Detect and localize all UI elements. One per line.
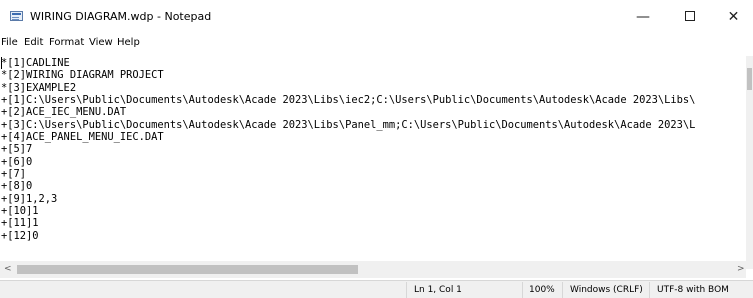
maximize-button[interactable]: [668, 0, 712, 34]
horizontal-scrollbar[interactable]: < >: [0, 261, 746, 278]
status-divider: [406, 282, 407, 298]
status-bar: Ln 1, Col 1 100% Windows (CRLF) UTF-8 wi…: [0, 280, 753, 298]
status-divider: [649, 282, 650, 298]
menu-help[interactable]: Help: [117, 37, 140, 48]
text-line: +[4]ACE_PANEL_MENU_IEC.DAT: [1, 131, 164, 143]
line-ending: Windows (CRLF): [570, 285, 643, 295]
text-line: *[1]CADLINE: [1, 57, 70, 69]
text-line: +[1]C:\Users\Public\Documents\Autodesk\A…: [1, 94, 696, 106]
minimize-button[interactable]: —: [621, 0, 665, 34]
zoom-level: 100%: [529, 285, 555, 295]
horizontal-scroll-thumb[interactable]: [17, 265, 358, 274]
close-button[interactable]: ✕: [714, 0, 753, 34]
menu-edit[interactable]: Edit: [24, 37, 43, 48]
text-caret: [1, 57, 2, 69]
text-line: +[9]1,2,3: [1, 193, 58, 205]
notepad-window: WIRING DIAGRAM.wdp - Notepad — ✕ File Ed…: [0, 0, 753, 298]
text-editor[interactable]: *[1]CADLINE *[2]WIRING DIAGRAM PROJECT *…: [0, 56, 746, 261]
text-line: *[3]EXAMPLE2: [1, 82, 77, 94]
text-line: *[2]WIRING DIAGRAM PROJECT: [1, 69, 164, 81]
menu-file[interactable]: File: [1, 37, 18, 48]
cursor-position: Ln 1, Col 1: [414, 285, 462, 295]
notepad-app-icon: [10, 11, 23, 21]
status-divider: [562, 282, 563, 298]
scroll-right-icon[interactable]: >: [737, 264, 745, 274]
text-line: +[2]ACE_IEC_MENU.DAT: [1, 106, 127, 118]
vertical-scroll-thumb[interactable]: [747, 68, 752, 90]
text-line: +[3]C:\Users\Public\Documents\Autodesk\A…: [1, 119, 696, 131]
status-divider: [522, 282, 523, 298]
scroll-left-icon[interactable]: <: [4, 264, 12, 274]
text-line: +[7]: [1, 168, 27, 180]
menu-view[interactable]: View: [89, 37, 113, 48]
window-title: WIRING DIAGRAM.wdp - Notepad: [30, 10, 212, 23]
text-line: +[11]1: [1, 217, 39, 229]
text-line: +[8]0: [1, 180, 33, 192]
text-line: +[12]0: [1, 230, 39, 242]
text-line: +[6]0: [1, 156, 33, 168]
title-bar[interactable]: WIRING DIAGRAM.wdp - Notepad — ✕: [0, 0, 753, 34]
menu-format[interactable]: Format: [49, 37, 84, 48]
menu-bar: File Edit Format View Help: [0, 37, 753, 54]
file-encoding: UTF-8 with BOM: [657, 285, 729, 295]
maximize-icon: [685, 11, 695, 21]
text-line: +[10]1: [1, 205, 39, 217]
vertical-scrollbar[interactable]: [746, 56, 753, 269]
text-line: +[5]7: [1, 143, 33, 155]
